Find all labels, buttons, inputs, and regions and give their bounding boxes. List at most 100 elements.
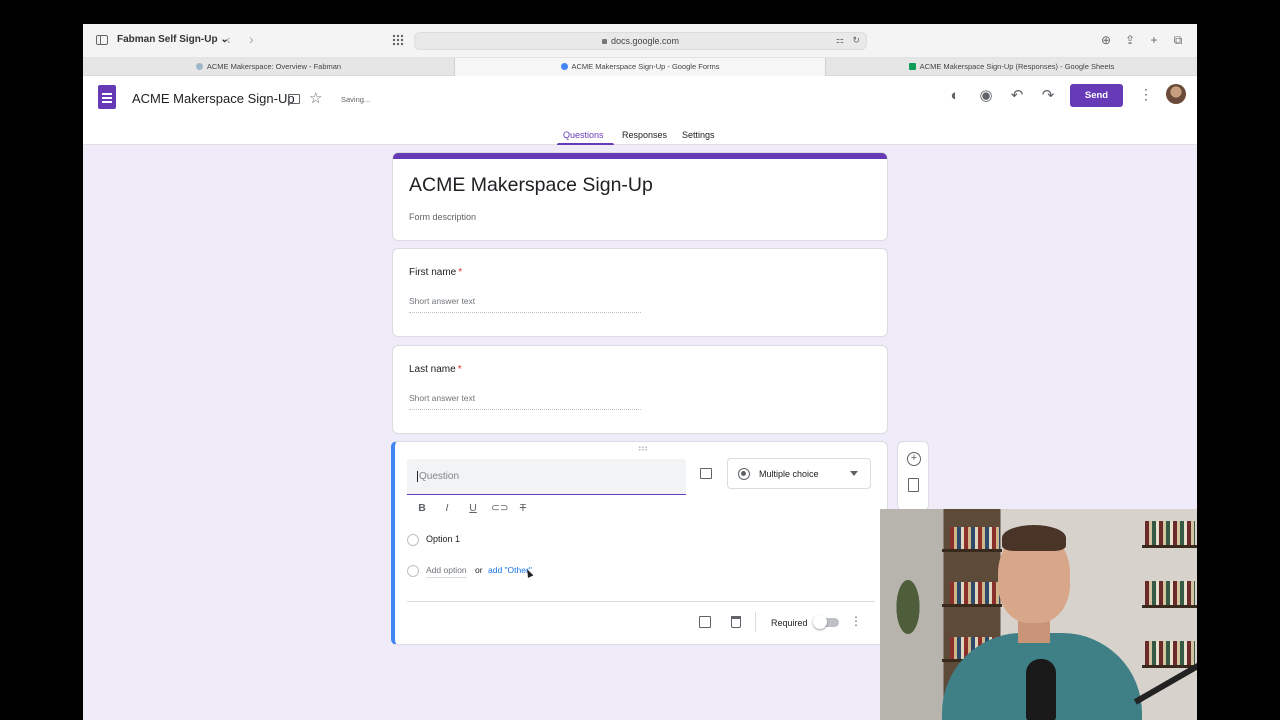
question-card[interactable]: Last name * Short answer text <box>392 345 888 434</box>
sheets-favicon-icon <box>908 63 916 70</box>
translate-icon[interactable]: ⚏ <box>836 35 844 46</box>
more-vert-icon[interactable]: ⋮ <box>850 614 862 628</box>
forms-logo-icon[interactable] <box>98 85 116 109</box>
reload-icon[interactable]: ↻ <box>852 35 860 46</box>
document-title[interactable]: ACME Makerspace Sign-Up <box>132 91 295 106</box>
tab-strip: ACME Makerspace: Overview - Fabman ACME … <box>83 58 1197 76</box>
add-question-icon[interactable]: + <box>907 452 921 466</box>
or-text: or <box>475 565 483 575</box>
radio-circle-icon <box>407 565 419 577</box>
divider <box>755 612 756 632</box>
tab-overview-icon[interactable]: ⧉ <box>1171 33 1185 47</box>
save-status: Saving... <box>341 95 371 104</box>
form-title-card: ACME Makerspace Sign-Up Form description <box>392 152 888 241</box>
browser-tab-forms[interactable]: ACME Makerspace Sign-Up - Google Forms <box>454 58 826 76</box>
shelf <box>942 604 1002 607</box>
back-icon[interactable]: ‹ <box>226 31 231 47</box>
star-icon[interactable]: ☆ <box>309 89 322 107</box>
question-card[interactable]: First name * Short answer text <box>392 248 888 337</box>
mouse-pointer-icon <box>524 568 534 578</box>
new-tab-icon[interactable]: + <box>1147 33 1161 47</box>
person-hair <box>1002 525 1066 551</box>
more-vert-icon[interactable]: ⋮ <box>1139 86 1153 103</box>
radio-button-icon <box>738 468 750 480</box>
tab-responses[interactable]: Responses <box>622 130 667 140</box>
form-description[interactable]: Form description <box>409 212 476 222</box>
question-input[interactable]: Question <box>407 459 686 495</box>
floating-toolbar: + <box>897 441 929 511</box>
divider <box>407 601 875 602</box>
tab-grid-icon[interactable] <box>392 34 404 46</box>
forward-icon[interactable]: › <box>249 31 254 47</box>
link-icon[interactable]: ⊂⊃ <box>491 501 509 515</box>
sidebar-icon[interactable] <box>96 35 108 45</box>
microphone <box>1026 659 1056 720</box>
underline-icon[interactable]: U <box>466 501 480 515</box>
bold-icon[interactable]: B <box>415 501 429 515</box>
browser-tab-sheets[interactable]: ACME Makerspace Sign-Up (Responses) - Go… <box>826 58 1197 76</box>
tab-settings[interactable]: Settings <box>682 130 715 140</box>
option-label[interactable]: Option 1 <box>426 534 460 544</box>
palette-icon[interactable]: ◐ <box>945 86 965 106</box>
required-label: Required <box>771 618 808 628</box>
tab-label: ACME Makerspace Sign-Up - Google Forms <box>571 62 720 71</box>
webcam-overlay <box>880 509 1197 720</box>
lock-icon <box>601 39 607 44</box>
toggle-knob <box>813 615 827 629</box>
add-option-input[interactable]: Add option <box>426 565 467 578</box>
fabman-favicon-icon <box>195 63 203 70</box>
active-tab-indicator <box>557 143 614 145</box>
active-question-card[interactable]: Question Multiple choice B I U ⊂⊃ T Opti… <box>391 441 888 645</box>
accent-bar <box>393 153 887 159</box>
browser-tab-fabman[interactable]: ACME Makerspace: Overview - Fabman <box>83 58 454 76</box>
tab-label: ACME Makerspace: Overview - Fabman <box>206 62 342 71</box>
required-mark: * <box>457 364 462 375</box>
copy-icon[interactable] <box>699 616 711 628</box>
forms-header: ACME Makerspace Sign-Up ☆ Saving... ◐ ◉ … <box>83 76 1197 145</box>
form-title[interactable]: ACME Makerspace Sign-Up <box>409 174 653 197</box>
form-tabs: Questions Responses Settings <box>83 128 1197 145</box>
required-mark: * <box>458 267 463 278</box>
send-button[interactable]: Send <box>1070 84 1123 107</box>
shelf <box>1142 605 1197 608</box>
profile-switcher[interactable]: Fabman Self Sign-Up ⌄ <box>117 34 229 45</box>
drag-handle-icon[interactable] <box>638 446 648 451</box>
url-text: docs.google.com <box>610 36 680 46</box>
required-toggle[interactable] <box>813 615 839 629</box>
google-favicon-icon <box>560 63 568 70</box>
books <box>1145 581 1195 605</box>
question-title: Last name * <box>409 364 462 375</box>
preview-icon[interactable]: ◉ <box>976 86 996 106</box>
books <box>1145 641 1195 665</box>
question-title: First name * <box>409 267 463 278</box>
books <box>950 582 1000 604</box>
question-type-label: Multiple choice <box>759 469 819 479</box>
trash-icon[interactable] <box>731 616 741 628</box>
avatar[interactable] <box>1166 84 1186 104</box>
shelf <box>1142 545 1197 548</box>
books <box>1145 521 1195 545</box>
plant <box>890 579 926 649</box>
undo-icon[interactable]: ↶ <box>1007 86 1027 106</box>
redo-icon[interactable]: ↷ <box>1038 86 1058 106</box>
clear-format-icon[interactable]: T <box>516 501 530 515</box>
shelf <box>942 549 1002 552</box>
folder-icon[interactable] <box>288 94 300 104</box>
tab-label: ACME Makerspace Sign-Up (Responses) - Go… <box>919 62 1115 71</box>
short-answer-placeholder: Short answer text <box>409 296 641 313</box>
tab-questions[interactable]: Questions <box>563 130 604 140</box>
books <box>950 527 1000 549</box>
address-bar[interactable]: docs.google.com ⚏ ↻ <box>414 32 867 50</box>
short-answer-placeholder: Short answer text <box>409 393 641 410</box>
radio-circle-icon <box>407 534 419 546</box>
import-icon[interactable] <box>908 478 919 492</box>
screen: Fabman Self Sign-Up ⌄ ‹ › docs.google.co… <box>83 24 1197 720</box>
download-icon[interactable]: ⊕ <box>1099 33 1113 47</box>
italic-icon[interactable]: I <box>440 501 454 515</box>
image-icon[interactable] <box>700 468 712 479</box>
browser-toolbar: Fabman Self Sign-Up ⌄ ‹ › docs.google.co… <box>83 24 1197 58</box>
dropdown-arrow-icon <box>850 471 858 476</box>
question-type-select[interactable]: Multiple choice <box>727 458 871 489</box>
share-icon[interactable]: ⇪ <box>1123 33 1137 47</box>
question-placeholder: Question <box>417 471 460 482</box>
